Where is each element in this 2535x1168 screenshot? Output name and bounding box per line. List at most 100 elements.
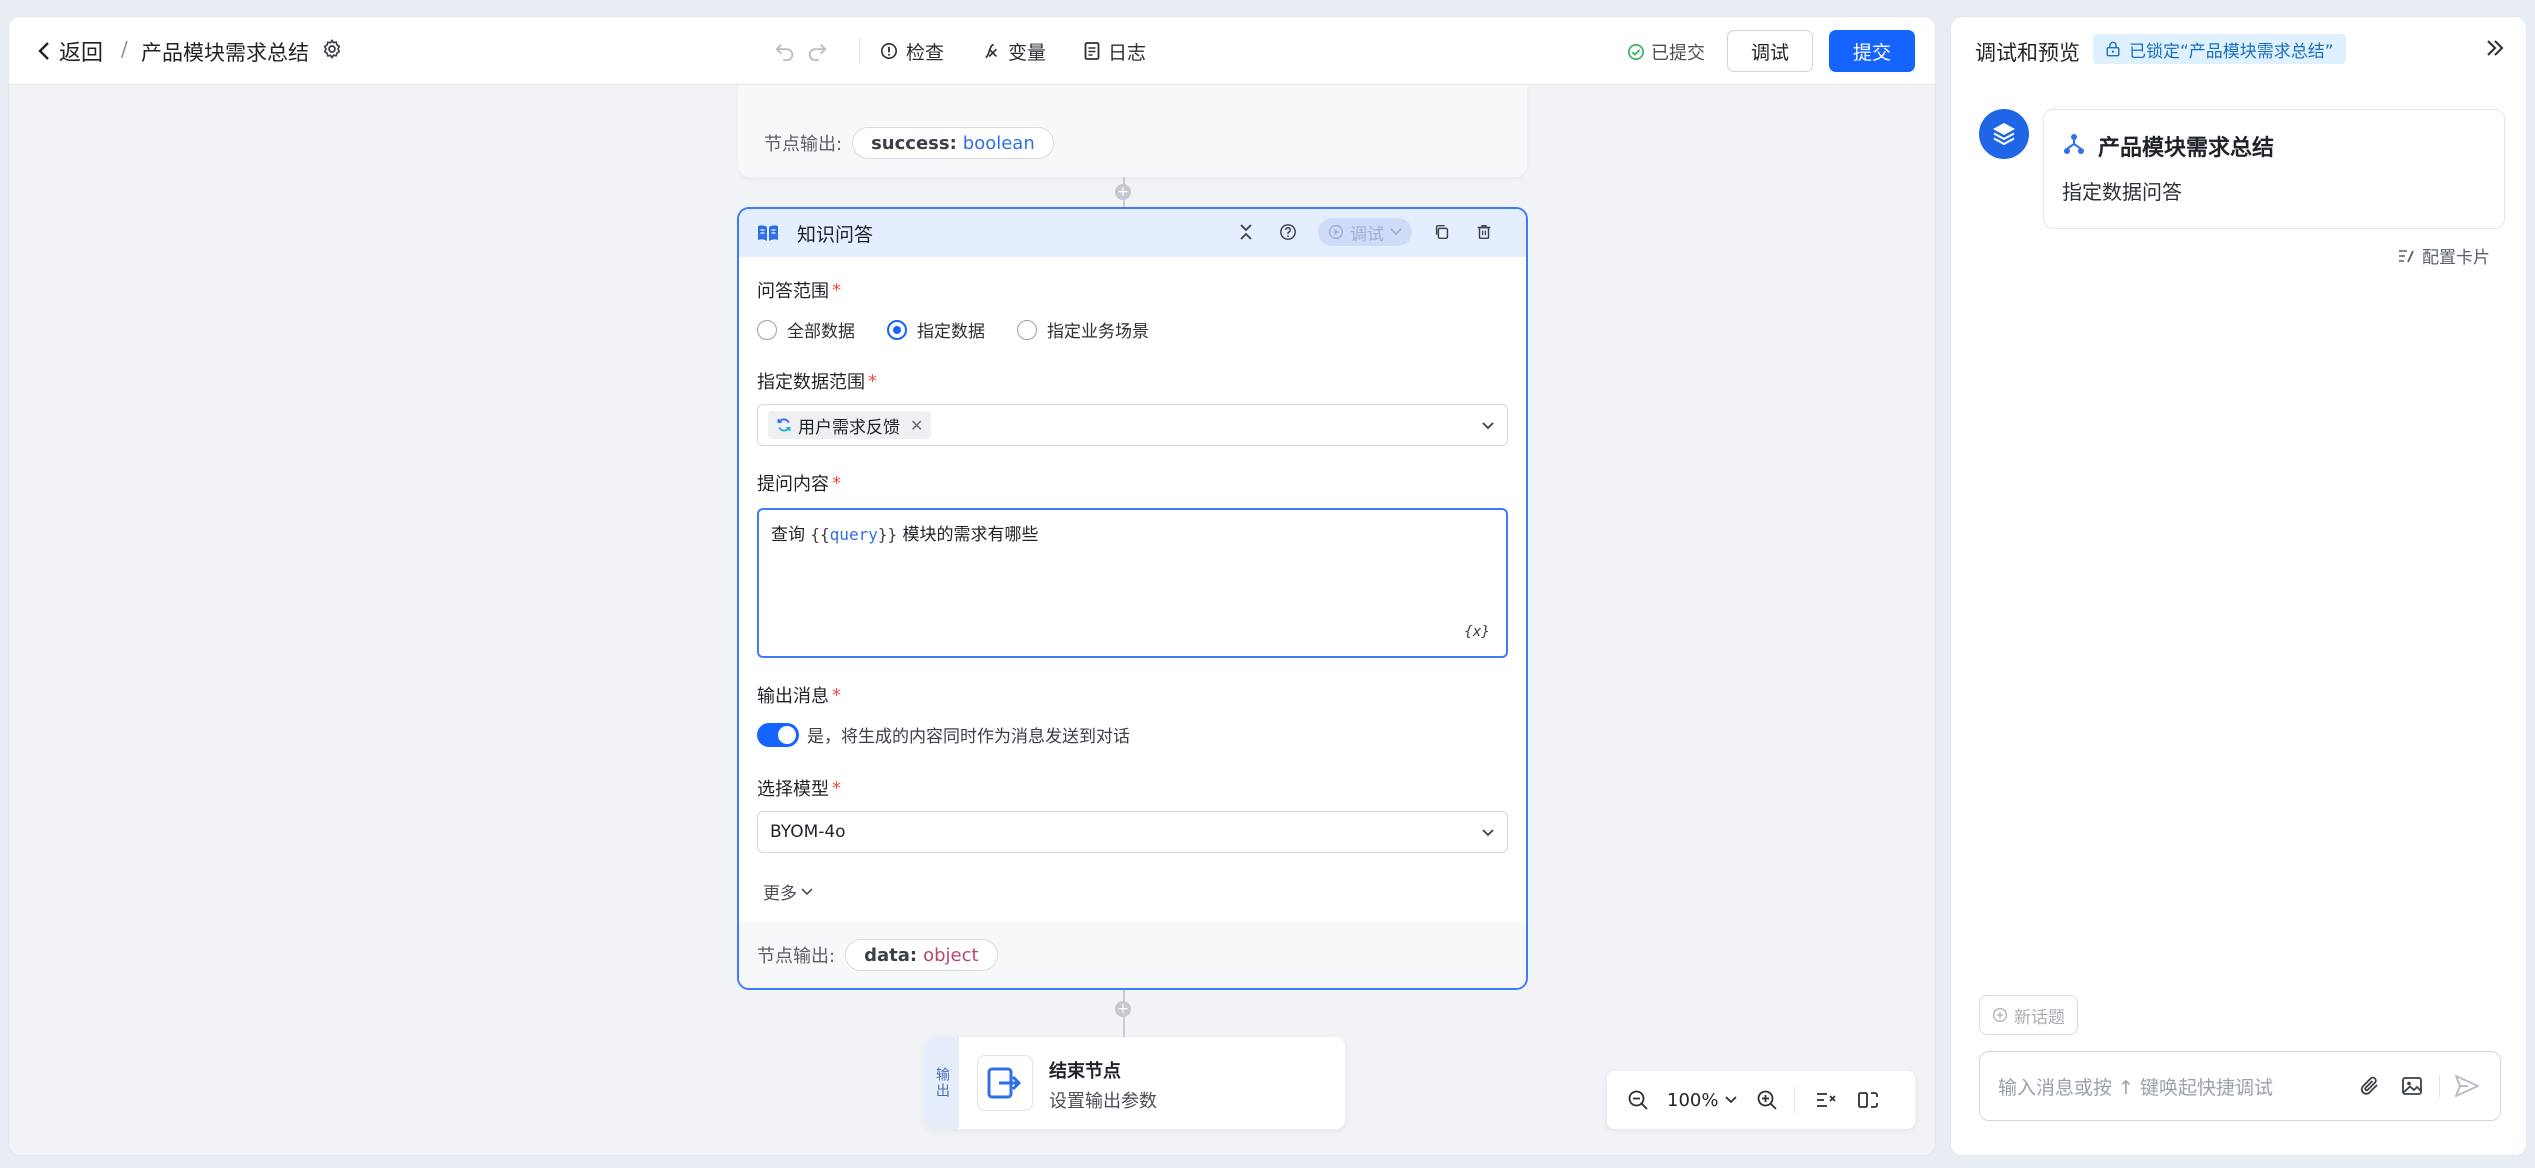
- output-name: success:: [871, 132, 957, 154]
- node-test-button[interactable]: 调试: [1318, 218, 1412, 246]
- output-message-desc: 是，将生成的内容同时作为消息发送到对话: [807, 727, 1130, 747]
- card-subtitle: 指定数据问答: [2062, 180, 2182, 204]
- layers-icon: [1993, 123, 2015, 146]
- exit-icon: [977, 1055, 1033, 1111]
- sync-icon: [777, 418, 791, 432]
- send-icon[interactable]: [2452, 1071, 2482, 1101]
- gear-icon[interactable]: [321, 38, 343, 65]
- output-message-row: 是，将生成的内容同时作为消息发送到对话: [757, 722, 1508, 747]
- previous-node-card[interactable]: 节点输出: success: boolean: [738, 85, 1527, 177]
- image-icon[interactable]: [2397, 1071, 2427, 1101]
- model-select[interactable]: BYOM-4o: [757, 811, 1508, 853]
- bot-avatar: [1979, 109, 2029, 159]
- submit-status: 已提交: [1627, 39, 1705, 65]
- config-card-link[interactable]: 配置卡片: [2398, 243, 2490, 268]
- auto-layout-icon[interactable]: [1809, 1083, 1843, 1117]
- add-node-icon[interactable]: +: [1115, 184, 1131, 200]
- zoom-in-icon[interactable]: [1750, 1083, 1784, 1117]
- scope-option-specified[interactable]: 指定数据: [887, 317, 985, 342]
- question-label-text: 提问内容: [757, 474, 829, 495]
- chat-input-placeholder: 输入消息或按 ↑ 键唤起快捷调试: [1998, 1076, 2273, 1099]
- radio-checked-icon: [887, 319, 907, 340]
- variables-button[interactable]: 变量: [982, 38, 1046, 65]
- node-output-row: 节点输出: data: object: [757, 939, 998, 971]
- check-button[interactable]: 检查: [880, 38, 944, 65]
- chevron-down-icon: [1481, 417, 1495, 438]
- zoom-out-icon[interactable]: [1621, 1083, 1655, 1117]
- scope-label-text: 问答范围: [757, 281, 829, 302]
- input-divider: [2439, 1075, 2440, 1097]
- end-node-card[interactable]: 输出 结束节点 设置输出参数: [925, 1037, 1345, 1129]
- question-textarea[interactable]: 查询 {{query}} 模块的需求有哪些 {x}: [757, 508, 1508, 658]
- more-options-button[interactable]: 更多: [763, 879, 813, 904]
- locked-label: 已锁定“产品模块需求总结”: [2129, 41, 2334, 62]
- redo-icon[interactable]: [801, 35, 833, 67]
- info-circle-icon: [880, 42, 898, 60]
- chevron-down-icon: [1390, 228, 1402, 236]
- edit-list-icon: [2399, 249, 2414, 262]
- output-label: 节点输出:: [764, 134, 843, 155]
- knowledge-qa-node[interactable]: 知识问答 调试 问答范围 * 全部数据 指定数据 指定业务场景 指定数据范围 *…: [737, 207, 1528, 990]
- add-node-icon[interactable]: +: [1115, 1001, 1131, 1017]
- card-title: 产品模块需求总结: [2098, 136, 2275, 161]
- check-label: 检查: [906, 41, 945, 64]
- collapse-icon[interactable]: [1234, 220, 1258, 244]
- insert-variable-icon[interactable]: {x}: [1464, 624, 1490, 640]
- chevron-down-icon: [1725, 1096, 1738, 1104]
- data-range-tag: 用户需求反馈 ✕: [768, 411, 932, 439]
- zoom-toolbar: 100%: [1607, 1071, 1915, 1129]
- fit-view-icon[interactable]: [1851, 1083, 1885, 1117]
- data-range-select[interactable]: 用户需求反馈 ✕: [757, 404, 1508, 446]
- locked-badge: 已锁定“产品模块需求总结”: [2093, 34, 2346, 64]
- debug-button[interactable]: 调试: [1727, 30, 1813, 72]
- output-chip: success: boolean: [852, 127, 1054, 159]
- required-mark: *: [868, 370, 877, 392]
- copy-icon[interactable]: [1430, 220, 1454, 244]
- trash-icon[interactable]: [1472, 220, 1496, 244]
- workflow-editor: 返回 / 产品模块需求总结 检查 变量 日志 已提交 调试 提交 节点输出: s…: [8, 16, 1936, 1156]
- required-mark: *: [832, 472, 841, 494]
- play-circle-icon: [1328, 224, 1344, 240]
- logs-button[interactable]: 日志: [1084, 38, 1146, 65]
- new-topic-label: 新话题: [2014, 1007, 2065, 1028]
- node-test-label: 调试: [1350, 224, 1384, 245]
- data-range-label: 指定数据范围 *: [757, 368, 1508, 394]
- attachment-icon[interactable]: [2355, 1071, 2385, 1101]
- check-circle-icon: [1627, 43, 1645, 61]
- variables-label: 变量: [1008, 41, 1047, 64]
- model-label: 选择模型 *: [757, 775, 1508, 801]
- question-suffix: 模块的需求有哪些: [897, 525, 1039, 545]
- required-mark: *: [832, 777, 841, 799]
- scope-option-scenario[interactable]: 指定业务场景: [1017, 317, 1149, 342]
- question-label: 提问内容 *: [757, 470, 1508, 496]
- scope-label: 问答范围 *: [757, 277, 1508, 303]
- zoom-level-select[interactable]: 100%: [1667, 1090, 1738, 1111]
- document-icon: [1084, 42, 1100, 60]
- submit-button[interactable]: 提交: [1829, 30, 1915, 72]
- logs-label: 日志: [1108, 41, 1147, 64]
- required-mark: *: [832, 684, 841, 706]
- end-node-side-label: 输出: [925, 1037, 959, 1129]
- remove-tag-icon[interactable]: ✕: [910, 416, 923, 435]
- end-node-title: 结束节点: [1049, 1061, 1121, 1082]
- scope-option-all[interactable]: 全部数据: [757, 317, 855, 342]
- output-message-toggle[interactable]: [757, 722, 799, 747]
- chevron-down-icon: [1481, 824, 1495, 845]
- new-topic-button[interactable]: 新话题: [1979, 995, 2078, 1035]
- radio-icon: [1017, 319, 1037, 340]
- config-card-label: 配置卡片: [2422, 248, 2490, 268]
- output-chip: data: object: [845, 939, 998, 971]
- output-message-label-text: 输出消息: [757, 686, 829, 707]
- zoom-divider: [1794, 1087, 1796, 1113]
- question-variable: query: [829, 525, 878, 544]
- node-output: 节点输出: data: object: [739, 922, 1526, 988]
- toolbar-divider: [859, 38, 860, 64]
- chat-input[interactable]: 输入消息或按 ↑ 键唤起快捷调试: [1979, 1051, 2501, 1121]
- output-type: object: [923, 944, 979, 966]
- collapse-panel-icon[interactable]: [2484, 37, 2506, 64]
- back-button[interactable]: 返回: [37, 35, 103, 67]
- variable-close-brace: }}: [877, 525, 898, 544]
- undo-icon[interactable]: [769, 35, 801, 67]
- help-icon[interactable]: [1276, 220, 1300, 244]
- page-title: 产品模块需求总结: [141, 41, 309, 65]
